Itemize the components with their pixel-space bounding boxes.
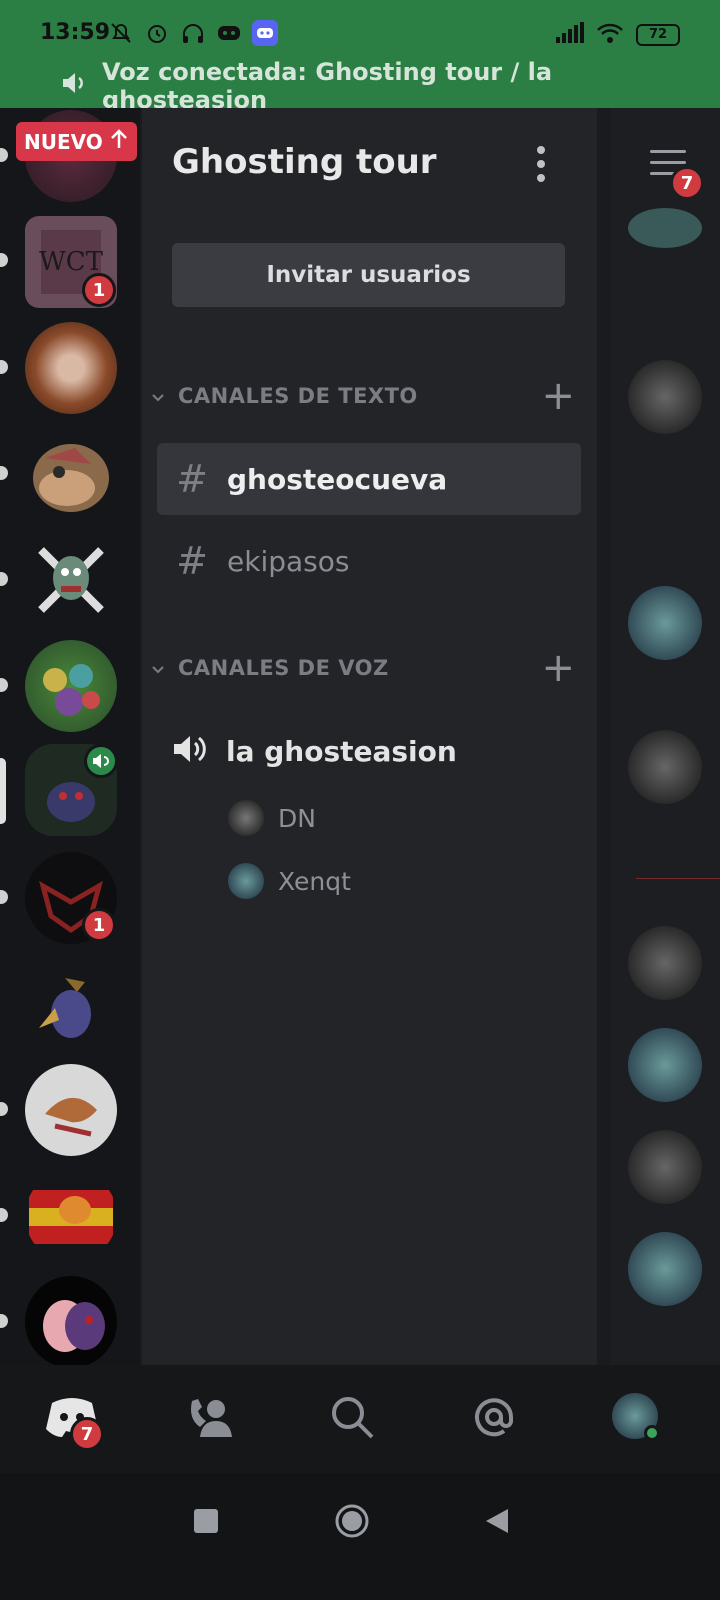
speaker-icon [172,733,208,769]
category-label: CANALES DE TEXTO [178,384,418,408]
avatar [228,800,264,836]
system-status: 72 [556,22,680,48]
avatar [628,730,702,804]
unread-dot [0,1314,8,1328]
status-time: 13:59 [40,20,111,45]
voice-channel-la-ghosteasion[interactable]: la ghosteasion [172,733,457,769]
unread-dot [0,1208,8,1222]
server-icon[interactable] [25,958,117,1050]
server-icon[interactable] [25,1170,117,1262]
selected-server-indicator [0,758,6,824]
chevron-down-icon [152,656,164,680]
new-messages-pill[interactable]: NUEVO [16,122,137,161]
speaker-icon [60,70,88,102]
mention-badge: 1 [82,273,116,307]
category-label: CANALES DE VOZ [178,656,389,680]
signal-icon [556,22,584,48]
menu-badge: 7 [670,166,704,200]
voice-banner-text: Voz conectada: Ghosting tour / la ghoste… [102,58,553,114]
avatar [628,1028,702,1102]
alarm-icon [144,20,170,46]
server-icon[interactable] [25,640,117,732]
server-icon[interactable] [25,428,117,520]
back-button[interactable] [484,1507,510,1539]
member-name: Xenqt [278,866,351,896]
status-bar: 13:59 72 Voz conectada: Ghosting tour / … [0,0,720,114]
voice-connected-banner[interactable]: Voz conectada: Ghosting tour / la ghoste… [60,58,720,114]
server-title[interactable]: Ghosting tour [172,142,437,182]
new-messages-divider [636,878,720,879]
voice-member-xenqt[interactable]: Xenqt [228,863,351,899]
add-voice-channel-icon[interactable]: + [541,648,575,688]
at-icon [475,1398,513,1437]
unread-dot [0,466,8,480]
voice-channels-category[interactable]: CANALES DE VOZ [152,656,389,680]
more-options-icon[interactable] [537,146,551,182]
discord-app-icon [252,20,278,46]
server-rail: NUEVO WCT 1 1 [0,108,140,1393]
triangle-back-icon [486,1509,508,1533]
channel-panel: Ghosting tour Invitar usuarios CANALES D… [142,108,597,1393]
speaker-icon [93,754,109,768]
system-navigation-bar [0,1473,720,1600]
chevron-down-icon [152,384,164,408]
server-icon[interactable] [25,1276,117,1368]
online-status-indicator [644,1425,660,1441]
server-icon[interactable] [25,322,117,414]
hash-icon: # [176,539,208,583]
avatar [228,863,264,899]
channel-name: ghosteocueva [227,462,448,496]
discord-icon [216,20,242,46]
recents-button[interactable] [194,1509,218,1537]
channel-name: ekipasos [227,544,350,578]
voice-channel-name: la ghosteasion [226,734,457,768]
home-badge: 7 [70,1417,104,1451]
battery-indicator: 72 [636,24,680,46]
avatar [628,1130,702,1204]
server-icon[interactable] [25,534,117,626]
wifi-icon [596,22,624,48]
headphones-icon [180,20,206,46]
unread-dot [0,678,8,692]
avatar [628,208,702,248]
unread-dot [0,890,8,904]
add-text-channel-icon[interactable]: + [541,376,575,416]
unread-dot [0,148,8,162]
avatar [628,586,702,660]
mention-badge: 1 [82,908,116,942]
hash-icon: # [176,457,208,501]
chat-preview[interactable]: 7 [610,108,720,1393]
square-icon [194,1509,218,1533]
unread-dot [0,253,8,267]
text-channels-category[interactable]: CANALES DE TEXTO [152,384,418,408]
new-pill-label: NUEVO [24,129,103,154]
avatar [628,1232,702,1306]
arrow-up-icon [109,128,129,155]
voice-active-badge [84,744,118,778]
bottom-navigation: 7 [0,1365,720,1473]
profile-tab[interactable] [612,1393,672,1449]
home-button[interactable] [334,1503,370,1543]
channel-ekipasos[interactable]: # ekipasos [157,525,581,597]
avatar [628,926,702,1000]
unread-dot [0,360,8,374]
avatar [612,1393,660,1441]
channel-ghosteocueva[interactable]: # ghosteocueva [157,443,581,515]
circle-icon [335,1504,369,1538]
muted-bell-icon [108,20,134,46]
unread-dot [0,572,8,586]
member-name: DN [278,803,316,833]
friends-icon [191,1399,232,1437]
search-icon [332,1397,374,1439]
voice-member-dn[interactable]: DN [228,800,316,836]
notification-icons [108,20,278,46]
search-tab[interactable] [328,1393,388,1449]
avatar [628,360,702,434]
server-icon[interactable] [25,1064,117,1156]
mentions-tab[interactable] [470,1393,530,1449]
unread-dot [0,1102,8,1116]
invite-users-button[interactable]: Invitar usuarios [172,243,565,307]
friends-tab[interactable] [186,1393,246,1449]
